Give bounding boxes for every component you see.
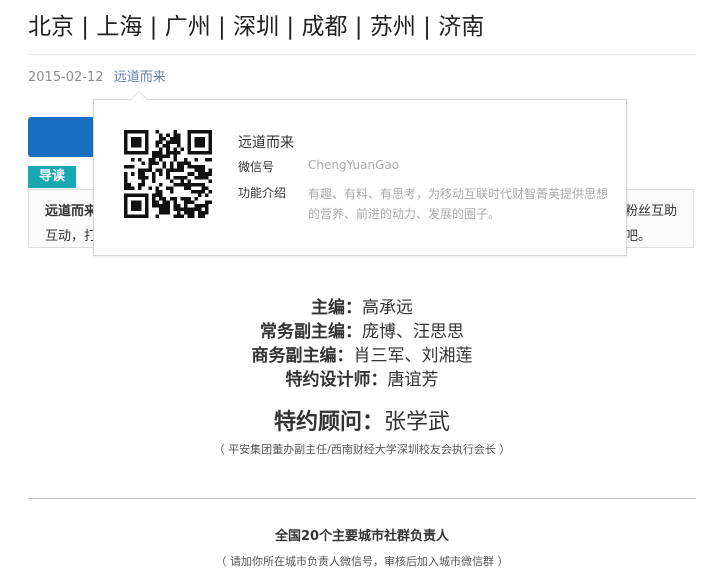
wechat-id-label: 微信号 xyxy=(238,160,275,174)
credit-value: 唐谊芳 xyxy=(387,370,439,390)
guide-text-line1: 远道而来 xyxy=(45,204,98,219)
guide-text-line1-end: 粉丝互助 xyxy=(625,204,678,219)
article-meta: 2015-02-12 远道而来 xyxy=(28,69,166,87)
advisor-value: 张学武 xyxy=(384,410,451,435)
credit-label: 特约设计师 xyxy=(285,370,371,390)
credit-label: 常务副主编 xyxy=(260,322,345,342)
title-divider xyxy=(28,54,696,55)
section-divider xyxy=(28,498,696,499)
credit-label: 主编 xyxy=(311,298,345,318)
credit-designer: 特约设计师：唐谊芳 xyxy=(285,370,439,390)
author-link[interactable]: 远道而来 xyxy=(114,70,166,85)
credit-biz-editor: 商务副主编：肖三军、刘湘莲 xyxy=(251,346,473,366)
profile-popup: 远道而来 微信号 ChengYuanGao 功能介绍 有趣、有料、有思考，为移动… xyxy=(93,91,627,256)
guide-text-line2-end: 吧。 xyxy=(625,229,652,244)
credit-value: 庞博、汪思思 xyxy=(362,322,464,342)
credit-editor: 主编：高承远 xyxy=(311,298,413,318)
publish-date: 2015-02-12 xyxy=(28,70,104,85)
credit-label: 商务副主编 xyxy=(251,346,337,366)
article-title: 北京 | 上海 | 广州 | 深圳 | 成都 | 苏州 | 济南 xyxy=(28,14,485,40)
credit-advisor: 特约顾问：张学武 xyxy=(273,410,451,435)
guide-tag: 导读 xyxy=(28,166,76,188)
cities-heading: 全国20个主要城市社群负责人 xyxy=(274,529,450,544)
advisor-label: 特约顾问 xyxy=(273,410,362,435)
intro-text: 有趣、有料、有思考，为移动互联时代财智菁英提供思想的营养、前进的动力、发展的圈子… xyxy=(308,187,609,221)
credit-value: 肖三军、刘湘莲 xyxy=(353,346,473,366)
wechat-id-value: ChengYuanGao xyxy=(308,158,400,172)
cities-note: （ 请加你所在城市负责人微信号，审核后加入城市微信群 ） xyxy=(215,555,509,568)
intro-label: 功能介绍 xyxy=(238,186,287,200)
credit-value: 高承远 xyxy=(362,298,413,318)
popup-account-name: 远道而来 xyxy=(238,135,294,151)
guide-text-line2: 互动，打 xyxy=(45,229,98,244)
credit-exec-editor: 常务副主编：庞博、汪思思 xyxy=(260,322,464,342)
qr-code-icon xyxy=(124,130,212,218)
advisor-note: （ 平安集团董办副主任/西南财经大学深圳校友会执行会长 ） xyxy=(213,443,511,456)
